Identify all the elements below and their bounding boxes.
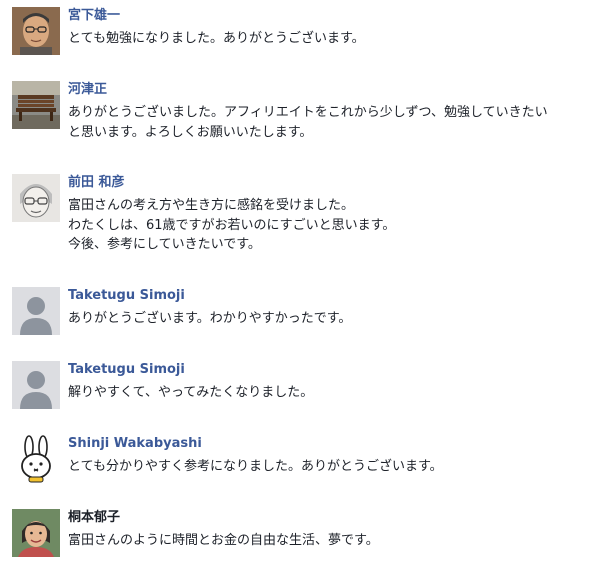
illustrated-face-icon (12, 174, 60, 222)
avatar[interactable] (12, 174, 60, 222)
comment-body: 宮下雄一 とても勉強になりました。ありがとうございます。 (68, 7, 588, 49)
comment-text: とても勉強になりました。ありがとうございます。 (68, 29, 588, 49)
comment-line: 解りやすくて、やってみたくなりました。 (68, 385, 314, 400)
rabbit-character-icon (12, 435, 60, 483)
comment-body: 河津正 ありがとうございました。アフィリエイトをこれから少しずつ、勉強していきた… (68, 81, 588, 142)
comment-line: ありがとうございます。わかりやすかったです。 (68, 311, 352, 326)
default-user-icon (12, 361, 60, 409)
avatar[interactable] (12, 81, 60, 129)
comment-body: 前田 和彦 富田さんの考え方や生き方に感銘を受けました。 わたくしは、61歳です… (68, 174, 588, 255)
comment-body: Taketugu Simoji 解りやすくて、やってみたくなりました。 (68, 361, 588, 403)
comment-text: ありがとうございました。アフィリエイトをこれから少しずつ、勉強していきたい と思… (68, 103, 588, 142)
comment-author[interactable]: 河津正 (68, 81, 588, 99)
comment-line: 富田さんの考え方や生き方に感銘を受けました。 (68, 198, 355, 213)
comment-line: とても分かりやすく参考になりました。ありがとうございます。 (68, 459, 443, 474)
comment-text: 解りやすくて、やってみたくなりました。 (68, 383, 588, 403)
avatar[interactable] (12, 361, 60, 409)
comment-author[interactable]: Taketugu Simoji (68, 287, 588, 305)
comment-author[interactable]: 前田 和彦 (68, 174, 588, 192)
avatar[interactable] (12, 435, 60, 483)
comment-body: Taketugu Simoji ありがとうございます。わかりやすかったです。 (68, 287, 588, 329)
comment-text: とても分かりやすく参考になりました。ありがとうございます。 (68, 457, 588, 477)
comment-text: 富田さんのように時間とお金の自由な生活、夢です。 (68, 531, 588, 551)
comment-author[interactable]: 宮下雄一 (68, 7, 588, 25)
comment-line: わたくしは、61歳ですがお若いのにすごいと思います。 (68, 217, 396, 233)
photo-man-glasses-icon (12, 7, 60, 55)
comment-author[interactable]: Taketugu Simoji (68, 361, 588, 379)
comment-author[interactable]: 桐本郁子 (68, 509, 588, 527)
comment-line: と思います。よろしくお願いいたします。 (68, 124, 313, 140)
default-user-icon (12, 287, 60, 335)
comment-line: とても勉強になりました。ありがとうございます。 (68, 31, 365, 46)
photo-woman-icon (12, 509, 60, 557)
comment-line: ありがとうございました。アフィリエイトをこれから少しずつ、勉強していきたい (68, 105, 548, 120)
comment-line: 富田さんのように時間とお金の自由な生活、夢です。 (68, 533, 379, 548)
comment-text: ありがとうございます。わかりやすかったです。 (68, 309, 588, 329)
comment-line: 今後、参考にしていきたいです。 (68, 237, 261, 252)
comment-author[interactable]: Shinji Wakabyashi (68, 435, 588, 453)
avatar[interactable] (12, 287, 60, 335)
avatar[interactable] (12, 509, 60, 557)
comment-text: 富田さんの考え方や生き方に感銘を受けました。 わたくしは、61歳ですがお若いのに… (68, 196, 588, 255)
comment-body: Shinji Wakabyashi とても分かりやすく参考になりました。ありがと… (68, 435, 588, 477)
comment-body: 桐本郁子 富田さんのように時間とお金の自由な生活、夢です。 (68, 509, 588, 551)
avatar[interactable] (12, 7, 60, 55)
photo-bench-icon (12, 81, 60, 129)
